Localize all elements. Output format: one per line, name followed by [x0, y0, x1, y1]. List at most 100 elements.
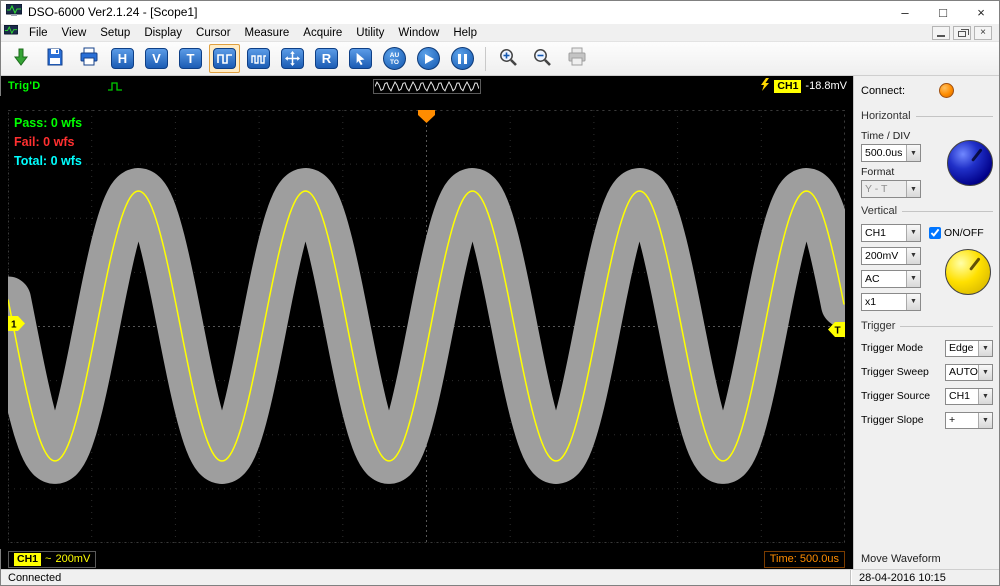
trigger-source-label: Trigger Source — [861, 390, 945, 402]
menu-cursor[interactable]: Cursor — [189, 24, 238, 41]
autoset-button[interactable]: AU TO — [379, 44, 410, 73]
screen-copy-button[interactable] — [561, 44, 592, 73]
control-panel: Connect: Horizontal Time / DIV 500.0us ▼… — [853, 76, 1000, 569]
toolbar: H V T R AU TO — [0, 42, 1000, 76]
fail-count: Fail: 0 wfs — [14, 133, 82, 152]
connect-button[interactable] — [939, 83, 954, 98]
vertical-section-title: Vertical — [861, 205, 897, 217]
chevron-down-icon: ▼ — [906, 294, 920, 310]
titlebar: DSO-6000 Ver2.1.24 - [Scope1] – □ × — [0, 0, 1000, 24]
channel-readout: CH1 ~ 200mV — [8, 551, 96, 568]
vertical-setup-button[interactable]: V — [141, 44, 172, 73]
probe-select[interactable]: x1 ▼ — [861, 293, 921, 311]
scope-display: 1 T — [8, 110, 845, 543]
trig-preview-wave — [375, 82, 479, 91]
chevron-down-icon: ▼ — [906, 225, 920, 241]
scope-wrap: 1 T Pass: 0 wfs Fail: 0 wfs Total: 0 wfs — [0, 96, 853, 549]
cursor-arrow-icon — [349, 48, 372, 69]
t-letter-icon: T — [179, 48, 202, 69]
trig-status-bar: Trig'D CH1 -18.8mV — [0, 76, 853, 96]
run-button[interactable] — [413, 44, 444, 73]
pause-button[interactable] — [447, 44, 478, 73]
mdi-close-icon[interactable]: × — [974, 26, 992, 40]
save-button[interactable] — [39, 44, 70, 73]
mdi-minimize-icon[interactable] — [932, 26, 950, 40]
menu-window[interactable]: Window — [391, 24, 446, 41]
v-letter-icon: V — [145, 48, 168, 69]
floppy-icon — [45, 47, 65, 70]
trigger-mode-label: Trigger Mode — [861, 342, 945, 354]
chevron-down-icon: ▼ — [978, 413, 992, 428]
print-button[interactable] — [73, 44, 104, 73]
pass-fail-readout: Pass: 0 wfs Fail: 0 wfs Total: 0 wfs — [14, 114, 82, 171]
maximize-icon[interactable]: □ — [924, 0, 962, 24]
ref-waveform-button[interactable] — [243, 44, 274, 73]
menu-view[interactable]: View — [55, 24, 94, 41]
trigger-setup-button[interactable]: T — [175, 44, 206, 73]
svg-text:T: T — [835, 326, 841, 337]
zoom-out-button[interactable] — [527, 44, 558, 73]
trigger-slope-label: Trigger Slope — [861, 414, 945, 426]
coupling-select[interactable]: AC ▼ — [861, 270, 921, 288]
trigger-section-title: Trigger — [861, 320, 895, 332]
move-waveform-button[interactable] — [277, 44, 308, 73]
zoom-in-button[interactable] — [493, 44, 524, 73]
menu-setup[interactable]: Setup — [93, 24, 137, 41]
chevron-down-icon: ▼ — [978, 365, 992, 380]
time-div-select[interactable]: 500.0us ▼ — [861, 144, 921, 162]
trigger-level-value: -18.8mV — [805, 80, 847, 92]
trigger-position-marker[interactable] — [418, 110, 435, 123]
mdi-restore-icon[interactable] — [953, 26, 971, 40]
channel-select[interactable]: CH1 ▼ — [861, 224, 921, 242]
window-title: DSO-6000 Ver2.1.24 - [Scope1] — [28, 5, 197, 19]
knob-pointer — [939, 132, 1000, 194]
chevron-down-icon: ▼ — [906, 248, 920, 264]
trigger-level-icon — [760, 78, 770, 94]
menu-acquire[interactable]: Acquire — [296, 24, 349, 41]
onoff-checkbox-input[interactable] — [929, 227, 941, 239]
channel-onoff-checkbox[interactable]: ON/OFF — [929, 227, 984, 239]
total-count: Total: 0 wfs — [14, 152, 82, 171]
cursor-measure-button[interactable] — [345, 44, 376, 73]
trigger-source-row: Trigger Source CH1 ▼ — [861, 384, 993, 408]
move-waveform-label: Move Waveform — [861, 549, 993, 567]
menu-measure[interactable]: Measure — [238, 24, 297, 41]
trigger-mode-select[interactable]: Edge ▼ — [945, 340, 993, 357]
menu-file[interactable]: File — [22, 24, 55, 41]
time-div-label: Time / DIV — [861, 130, 921, 142]
waveform-display-button[interactable] — [209, 44, 240, 73]
pause-icon — [451, 47, 474, 70]
h-letter-icon: H — [111, 48, 134, 69]
connect-row: Connect: — [861, 83, 993, 98]
trigger-level-marker[interactable]: T — [828, 322, 845, 337]
volts-per-div-value: 200mV — [55, 553, 90, 565]
time-div-knob[interactable] — [947, 140, 993, 186]
volts-div-knob[interactable] — [945, 249, 991, 295]
zoom-in-icon — [498, 47, 519, 71]
toolbar-separator — [485, 47, 486, 71]
play-icon — [417, 47, 440, 70]
scope-document-icon — [4, 25, 18, 40]
trigger-source-select[interactable]: CH1 ▼ — [945, 388, 993, 405]
menu-help[interactable]: Help — [446, 24, 484, 41]
trigger-sweep-select[interactable]: AUTO ▼ — [945, 364, 993, 381]
channel-badge: CH1 — [14, 553, 41, 566]
trigger-slope-select[interactable]: + ▼ — [945, 412, 993, 429]
connect-device-button[interactable] — [5, 44, 36, 73]
close-icon[interactable]: × — [962, 0, 1000, 24]
horizontal-setup-button[interactable]: H — [107, 44, 138, 73]
menu-display[interactable]: Display — [137, 24, 189, 41]
minimize-icon[interactable]: – — [886, 0, 924, 24]
trigger-slope-row: Trigger Slope + ▼ — [861, 408, 993, 432]
channel-activity-icon — [107, 81, 125, 92]
format-select[interactable]: Y - T ▼ — [861, 180, 921, 198]
record-button[interactable]: R — [311, 44, 342, 73]
connect-label: Connect: — [861, 85, 905, 97]
screen-copy-icon — [567, 47, 587, 70]
menubar: File View Setup Display Cursor Measure A… — [0, 24, 1000, 42]
trigger-sweep-label: Trigger Sweep — [861, 366, 945, 378]
status-datetime: 28-04-2016 10:15 — [850, 570, 1000, 586]
r-letter-icon: R — [315, 48, 338, 69]
volts-div-select[interactable]: 200mV ▼ — [861, 247, 921, 265]
menu-utility[interactable]: Utility — [349, 24, 391, 41]
